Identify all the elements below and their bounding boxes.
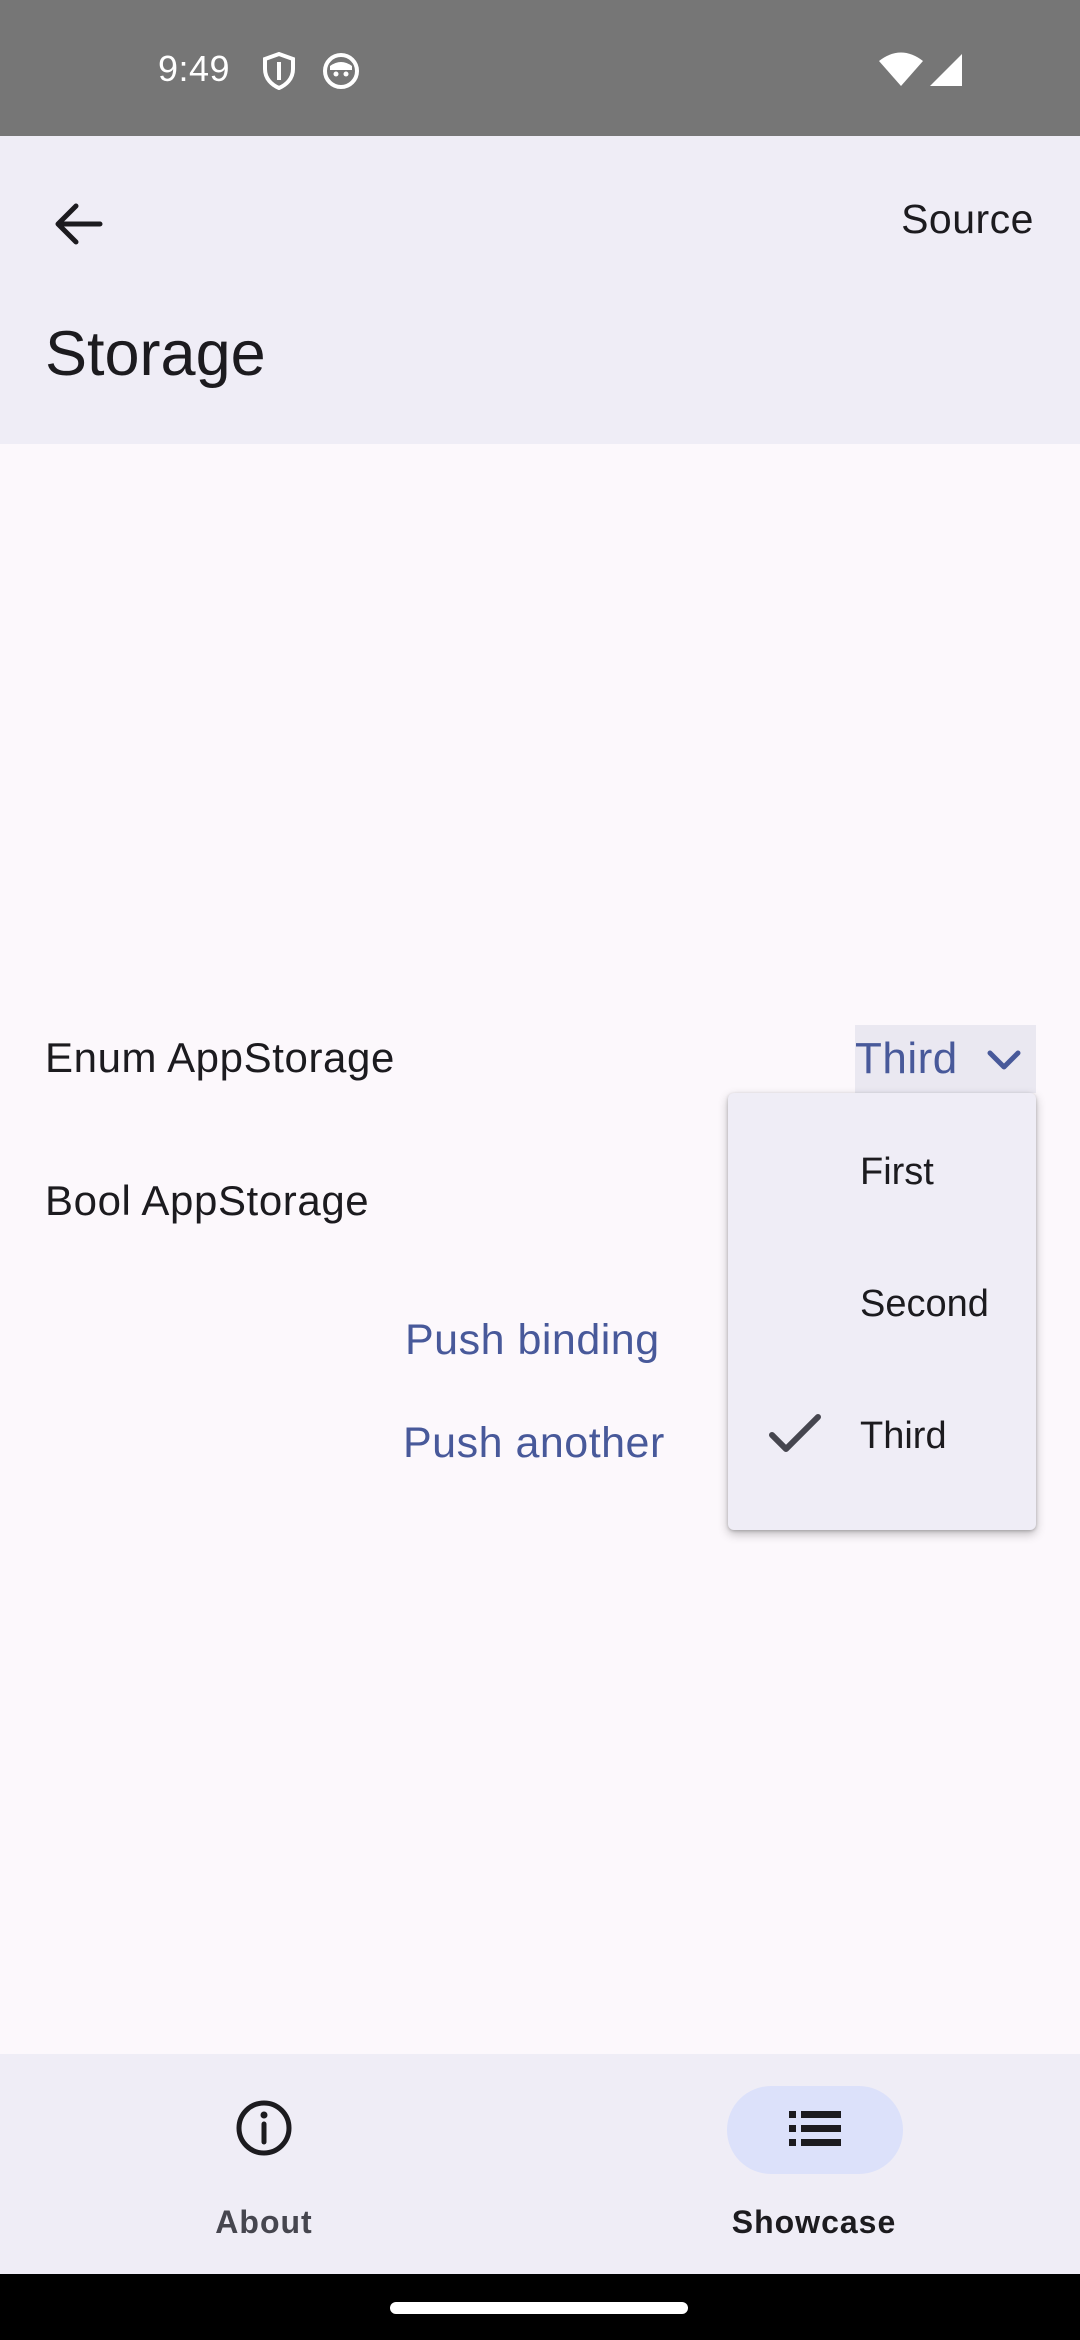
back-button[interactable] (36, 184, 120, 268)
face-icon (322, 52, 360, 95)
top-app-bar (0, 136, 1080, 444)
gesture-handle[interactable] (390, 2302, 688, 2314)
source-button[interactable]: Source (901, 196, 1034, 243)
chevron-down-icon (984, 1041, 1024, 1081)
enum-picker[interactable]: Third (855, 1025, 1036, 1093)
status-bar: 9:49 (0, 0, 1080, 136)
nav-label-showcase: Showcase (731, 2204, 897, 2240)
enum-picker-value: Third (855, 1034, 958, 1083)
menu-item-label: Second (860, 1283, 989, 1325)
check-icon (768, 1413, 822, 1462)
menu-item-label: Third (860, 1415, 947, 1457)
menu-item-second[interactable]: Second (728, 1239, 1036, 1371)
menu-item-third[interactable]: Third (728, 1371, 1036, 1503)
arrow-back-icon (52, 202, 104, 251)
info-icon (234, 2098, 294, 2163)
status-time: 9:49 (158, 48, 231, 89)
nav-item-about[interactable]: About (114, 2054, 414, 2274)
page-title: Storage (45, 319, 266, 389)
dropdown-menu: First Second Third (728, 1093, 1036, 1530)
gesture-navigation-area (0, 2274, 1080, 2340)
nav-active-indicator (727, 2086, 903, 2174)
nav-label-about: About (215, 2204, 313, 2240)
list-icon (787, 2108, 843, 2153)
nav-icon-container (176, 2086, 352, 2174)
push-binding-button[interactable]: Push binding (405, 1316, 660, 1365)
signal-icon (928, 52, 964, 93)
bool-appstorage-label: Bool AppStorage (45, 1177, 370, 1224)
wifi-icon (878, 52, 924, 93)
nav-item-showcase[interactable]: Showcase (664, 2054, 964, 2274)
menu-item-first[interactable]: First (728, 1107, 1036, 1239)
menu-item-label: First (860, 1151, 934, 1193)
shield-icon (262, 51, 296, 95)
push-another-button[interactable]: Push another (403, 1419, 665, 1468)
enum-appstorage-label: Enum AppStorage (45, 1034, 395, 1081)
